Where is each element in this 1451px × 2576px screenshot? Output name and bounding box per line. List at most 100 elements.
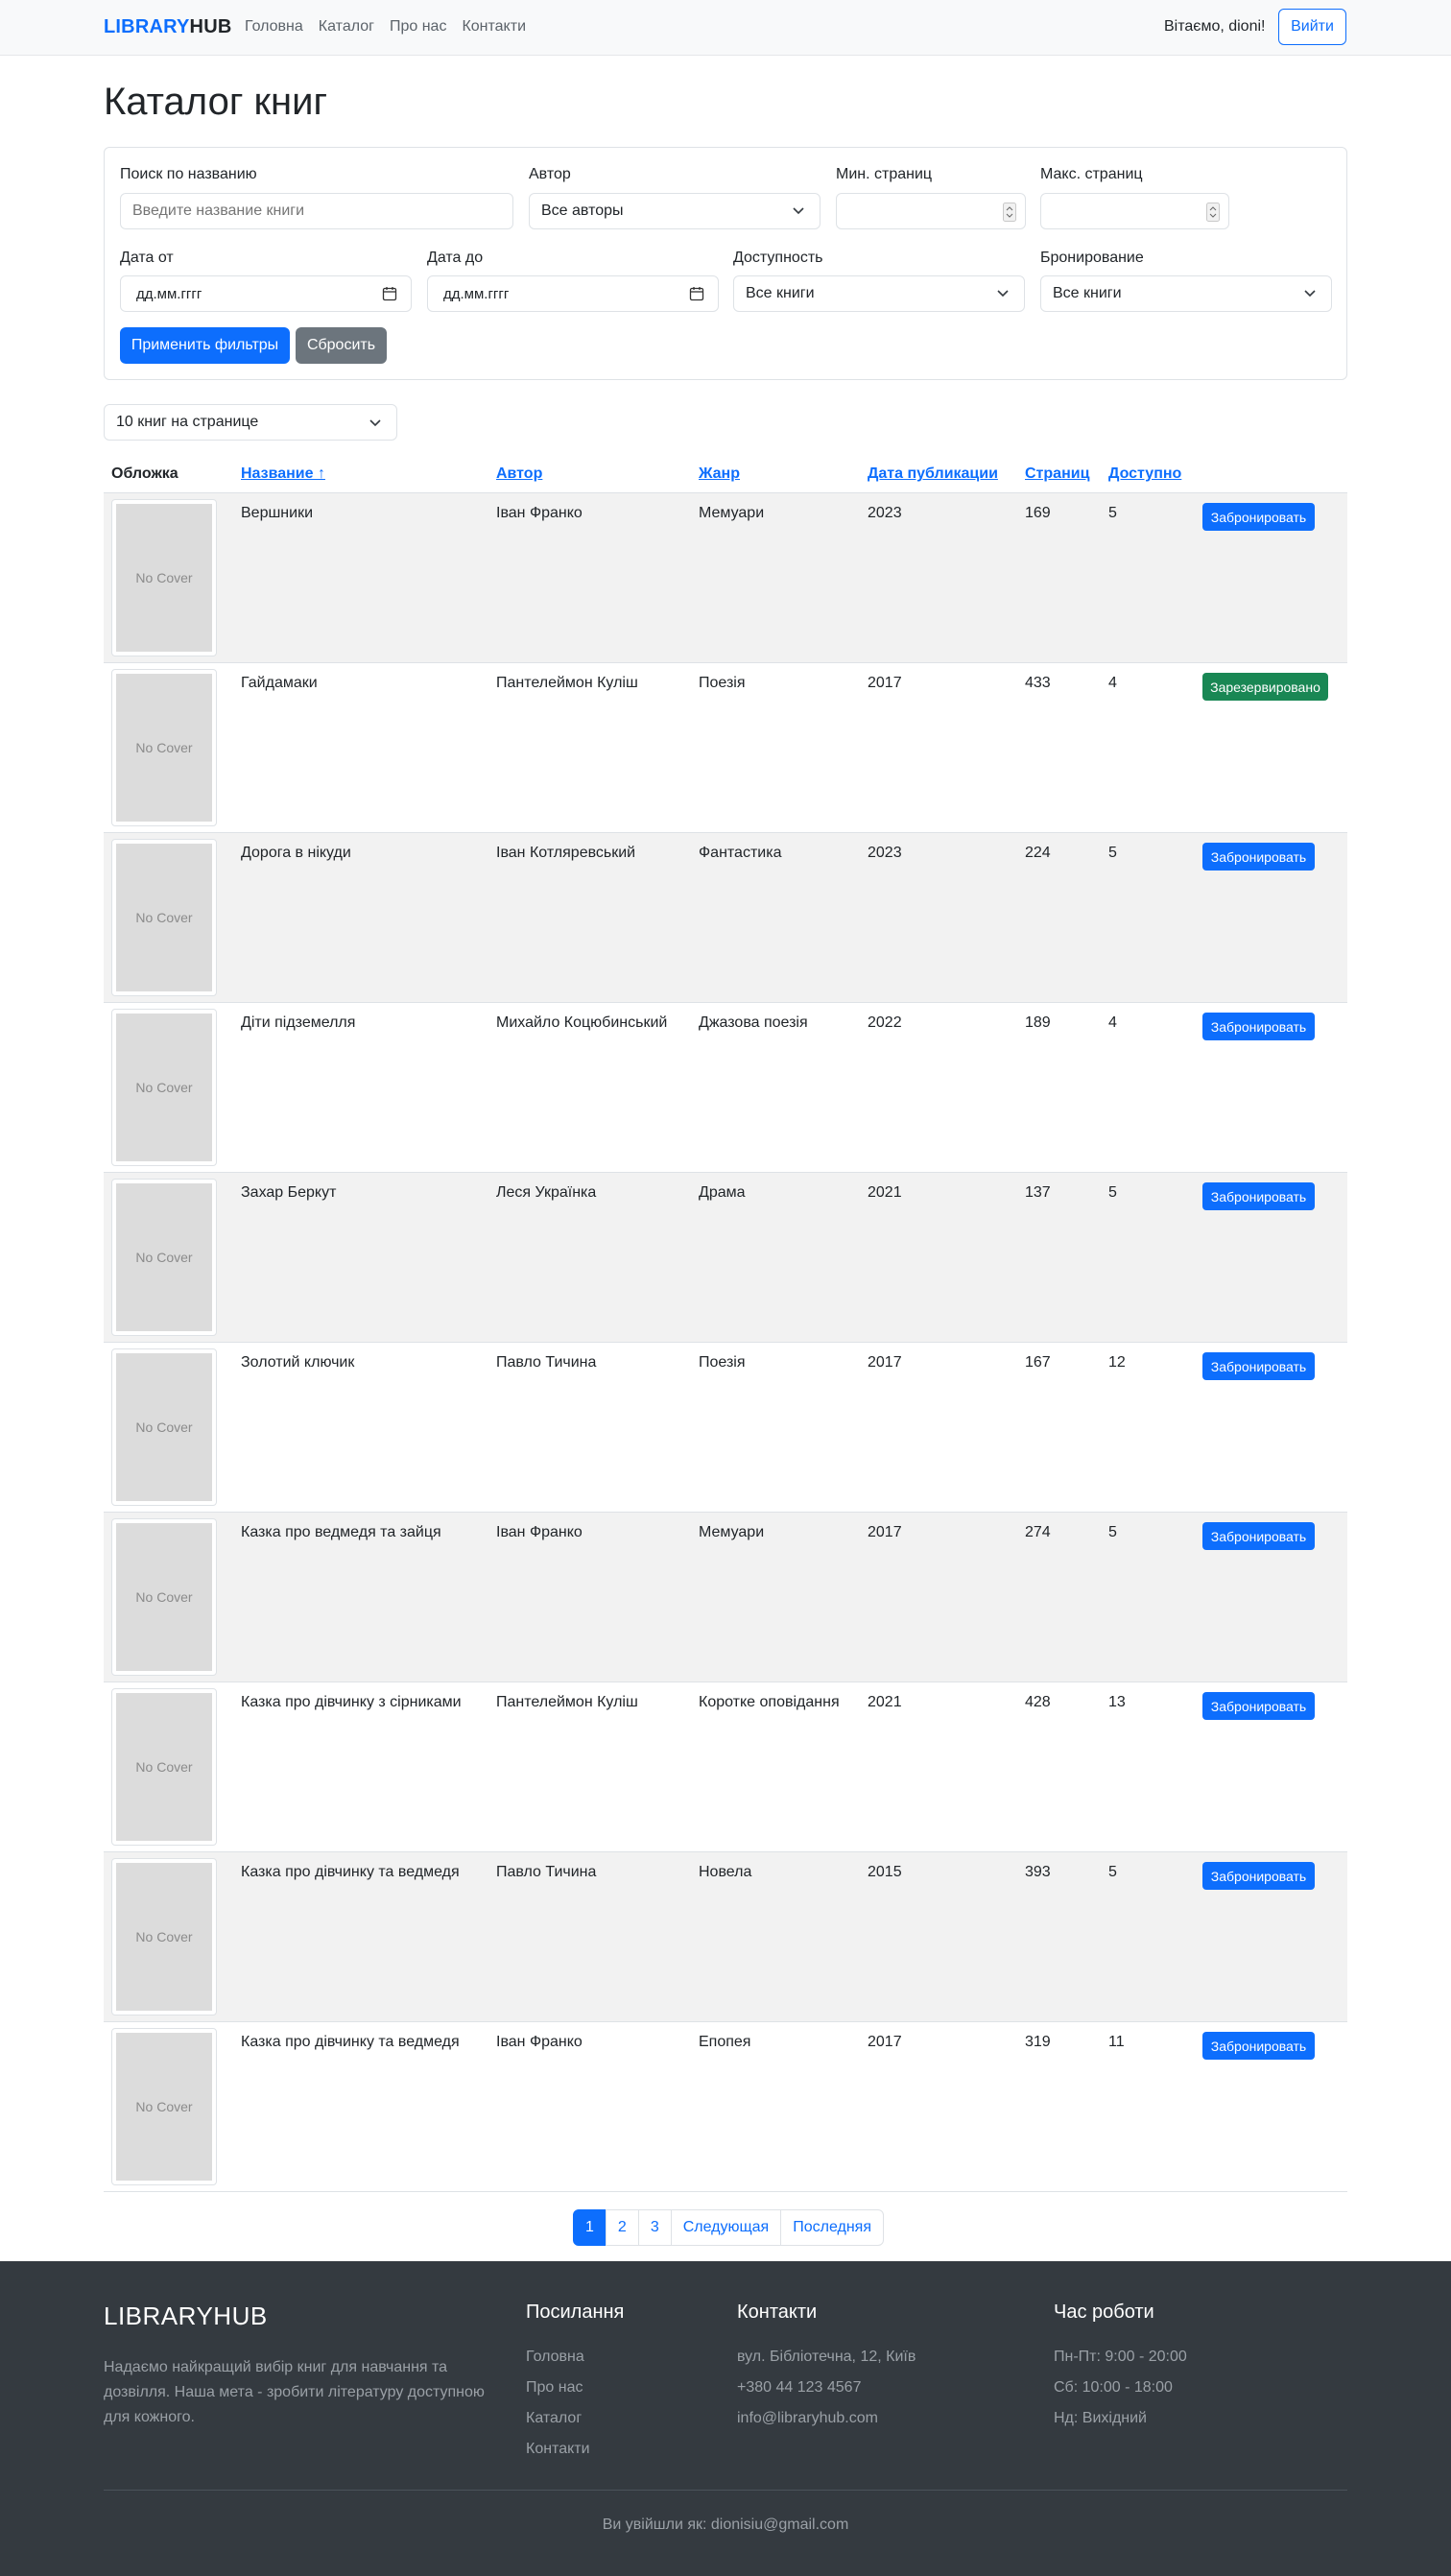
- book-cover-image: No Cover: [111, 2028, 217, 2185]
- reserved-button[interactable]: Зарезервировано: [1202, 673, 1328, 701]
- per-page-value: 10 книг на странице: [116, 414, 259, 430]
- no-cover-placeholder: No Cover: [116, 1183, 212, 1331]
- book-author: Леся Українка: [496, 1184, 597, 1201]
- book-author: Михайло Коцюбинський: [496, 1014, 668, 1031]
- book-genre: Джазова поезія: [699, 1014, 808, 1031]
- number-spinner-icon[interactable]: [1003, 203, 1016, 222]
- table-row: No Cover Казка про дівчинку та ведмедя Пав…: [104, 1852, 1347, 2022]
- reserve-book-button[interactable]: Забронировать: [1202, 1522, 1315, 1550]
- footer-address: вул. Бібліотечна, 12, Київ: [737, 2349, 916, 2365]
- date-from-label: Дата от: [120, 250, 174, 266]
- next-page-link[interactable]: Следующая: [670, 2209, 782, 2246]
- number-spinner-icon[interactable]: [1206, 203, 1220, 222]
- book-genre: Поезія: [699, 1354, 746, 1371]
- footer-hours-weekdays: Пн-Пт: 9:00 - 20:00: [1054, 2349, 1187, 2365]
- table-row: No Cover Казка про дівчинку з сірниками Па…: [104, 1682, 1347, 1852]
- date-to-input[interactable]: дд.мм.гггг: [427, 275, 719, 312]
- sort-by-pages-link[interactable]: Страниц: [1025, 465, 1089, 483]
- chevron-down-icon: [1304, 290, 1316, 298]
- book-genre: Драма: [699, 1184, 746, 1201]
- chevron-down-icon: [369, 419, 381, 427]
- no-cover-placeholder: No Cover: [116, 1693, 212, 1841]
- book-genre: Коротке оповідання: [699, 1694, 840, 1710]
- reserve-book-button[interactable]: Забронировать: [1202, 1862, 1315, 1890]
- reserve-book-button[interactable]: Забронировать: [1202, 1182, 1315, 1210]
- chevron-down-icon: [793, 207, 804, 215]
- nav-link-home[interactable]: Головна: [245, 18, 303, 36]
- no-cover-placeholder: No Cover: [116, 504, 212, 652]
- booking-select[interactable]: Все книги: [1040, 275, 1332, 312]
- book-author: Павло Тичина: [496, 1864, 597, 1880]
- max-pages-label: Макс. страниц: [1040, 166, 1143, 182]
- reserve-book-button[interactable]: Забронировать: [1202, 1013, 1315, 1040]
- footer-hours-list: Пн-Пт: 9:00 - 20:00 Сб: 10:00 - 18:00 Нд…: [1054, 2342, 1187, 2434]
- book-title: Казка про дівчинку та ведмедя: [241, 1864, 460, 1880]
- sort-by-author-link[interactable]: Автор: [496, 465, 542, 483]
- date-to-value: дд.мм.гггг: [443, 286, 510, 302]
- reserve-book-button[interactable]: Забронировать: [1202, 1352, 1315, 1380]
- sort-by-title-link[interactable]: Название ↑: [241, 465, 325, 483]
- nav-link-contacts[interactable]: Контакти: [462, 18, 526, 36]
- footer-link-home[interactable]: Головна: [526, 2342, 590, 2373]
- brand-logo[interactable]: LIBRARYHUB: [104, 16, 231, 38]
- reserve-book-button[interactable]: Забронировать: [1202, 1692, 1315, 1720]
- sort-by-date-link[interactable]: Дата публикации: [868, 465, 998, 483]
- table-row: No Cover Вершники Іван Франко Мемуари 2023 16…: [104, 493, 1347, 663]
- per-page-select[interactable]: 10 книг на странице: [104, 404, 397, 441]
- calendar-icon[interactable]: [382, 286, 397, 301]
- calendar-icon[interactable]: [689, 286, 704, 301]
- no-cover-placeholder: No Cover: [116, 1863, 212, 2011]
- chevron-down-icon: [997, 290, 1009, 298]
- table-row: No Cover Гайдамаки Пантелеймон Куліш Поезія…: [104, 663, 1347, 833]
- apply-filters-button[interactable]: Применить фильтры: [120, 327, 290, 364]
- sort-by-genre-link[interactable]: Жанр: [699, 465, 740, 483]
- filter-panel: Поиск по названию Автор Все авторы Мин. …: [104, 147, 1347, 380]
- footer-link-catalog[interactable]: Каталог: [526, 2403, 590, 2434]
- book-publication-date: 2022: [868, 1014, 902, 1031]
- footer-link-about[interactable]: Про нас: [526, 2373, 590, 2403]
- table-row: No Cover Золотий ключик Павло Тичина Поезія…: [104, 1343, 1347, 1513]
- page-link-1[interactable]: 1: [573, 2209, 607, 2246]
- footer-description: Надаємо найкращий вибір книг для навчанн…: [104, 2359, 485, 2425]
- min-pages-input[interactable]: [836, 193, 1026, 229]
- reserve-book-button[interactable]: Забронировать: [1202, 843, 1315, 871]
- footer-phone: +380 44 123 4567: [737, 2379, 862, 2396]
- book-publication-date: 2021: [868, 1694, 902, 1710]
- book-publication-date: 2023: [868, 845, 902, 861]
- availability-select[interactable]: Все книги: [733, 275, 1025, 312]
- logout-button[interactable]: Вийти: [1278, 9, 1346, 45]
- nav-link-catalog[interactable]: Каталог: [319, 18, 374, 36]
- book-author: Іван Франко: [496, 2034, 583, 2050]
- title-search-input[interactable]: [120, 193, 513, 229]
- book-available-count: 4: [1108, 675, 1117, 691]
- page-link-3[interactable]: 3: [637, 2209, 672, 2246]
- page-link-2[interactable]: 2: [605, 2209, 639, 2246]
- footer-email: info@libraryhub.com: [737, 2410, 878, 2426]
- no-cover-placeholder: No Cover: [116, 844, 212, 991]
- book-available-count: 5: [1108, 505, 1117, 521]
- date-to-label: Дата до: [427, 250, 484, 266]
- footer-link-contacts[interactable]: Контакти: [526, 2434, 590, 2465]
- date-from-input[interactable]: дд.мм.гггг: [120, 275, 412, 312]
- book-genre: Мемуари: [699, 1524, 765, 1540]
- brand-part-hub: HUB: [189, 16, 232, 37]
- logged-in-as-text: Ви увійшли як: dionisiu@gmail.com: [602, 2516, 849, 2533]
- book-genre: Поезія: [699, 675, 746, 691]
- author-select[interactable]: Все авторы: [529, 193, 821, 229]
- book-genre: Фантастика: [699, 845, 782, 861]
- book-title: Діти підземелля: [241, 1014, 356, 1031]
- footer-contacts-title: Контакти: [737, 2302, 818, 2323]
- reset-filters-button[interactable]: Сбросить: [296, 327, 387, 364]
- footer-hours-saturday: Сб: 10:00 - 18:00: [1054, 2379, 1173, 2396]
- book-publication-date: 2015: [868, 1864, 902, 1880]
- reserve-book-button[interactable]: Забронировать: [1202, 2032, 1315, 2060]
- book-title: Казка про ведмедя та зайця: [241, 1524, 441, 1540]
- reserve-book-button[interactable]: Забронировать: [1202, 503, 1315, 531]
- sort-by-available-link[interactable]: Доступно: [1108, 465, 1181, 483]
- no-cover-placeholder: No Cover: [116, 1523, 212, 1671]
- max-pages-input[interactable]: [1040, 193, 1229, 229]
- book-author: Іван Котляревський: [496, 845, 636, 861]
- book-publication-date: 2021: [868, 1184, 902, 1201]
- last-page-link[interactable]: Последняя: [780, 2209, 884, 2246]
- nav-link-about[interactable]: Про нас: [390, 18, 446, 36]
